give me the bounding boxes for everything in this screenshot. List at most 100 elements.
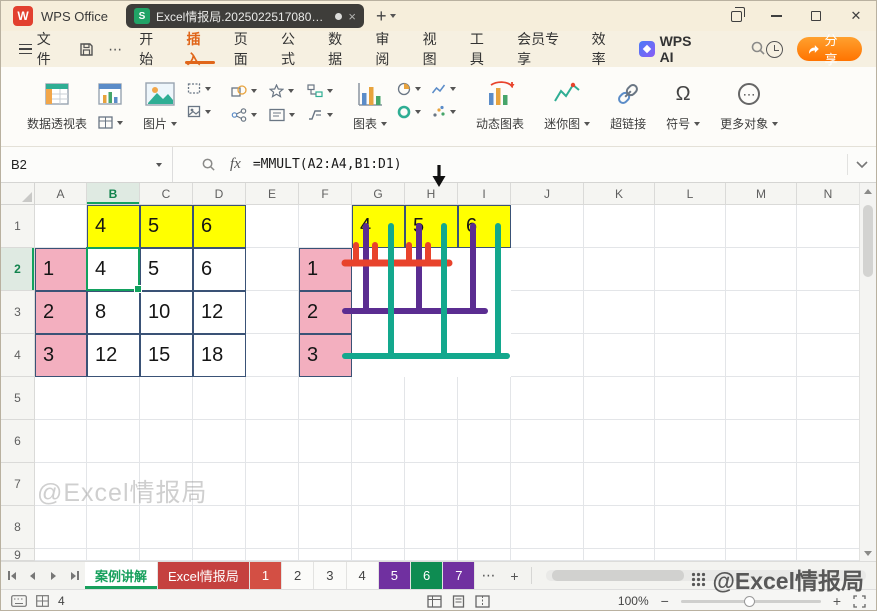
cell-E1[interactable]	[246, 205, 299, 248]
cell-I4[interactable]	[458, 334, 511, 377]
cell-B1[interactable]: 4	[87, 205, 140, 248]
name-box[interactable]: B2	[1, 147, 173, 182]
cell-N2[interactable]	[797, 248, 860, 291]
cell-M8[interactable]	[726, 506, 797, 549]
formula-search-button[interactable]	[201, 157, 216, 172]
cell-J2[interactable]	[511, 248, 584, 291]
image-tools-button[interactable]	[187, 104, 211, 119]
cell-N3[interactable]	[797, 291, 860, 334]
cell-H6[interactable]	[405, 420, 458, 463]
menu-insert[interactable]: 插入	[176, 31, 223, 67]
cell-C3[interactable]: 10	[140, 291, 193, 334]
cell-N5[interactable]	[797, 377, 860, 420]
cell-H8[interactable]	[405, 506, 458, 549]
cell-A4[interactable]: 3	[35, 334, 87, 377]
sheet-tab-tab-1[interactable]: 1	[250, 562, 282, 589]
col-header-A[interactable]: A	[35, 183, 87, 205]
sheet-tab-tab-5[interactable]: 5	[379, 562, 411, 589]
menu-page[interactable]: 页面	[224, 31, 271, 67]
cell-N1[interactable]	[797, 205, 860, 248]
cell-M4[interactable]	[726, 334, 797, 377]
menu-view[interactable]: 视图	[413, 31, 460, 67]
cell-L6[interactable]	[655, 420, 726, 463]
cell-N9[interactable]	[797, 549, 860, 561]
chart-button[interactable]: 图表	[353, 79, 387, 132]
cell-M7[interactable]	[726, 463, 797, 506]
cell-C8[interactable]	[140, 506, 193, 549]
hyperlink-button[interactable]: 超链接	[610, 79, 646, 132]
cell-E9[interactable]	[246, 549, 299, 561]
next-sheet-button[interactable]	[43, 562, 64, 589]
cell-A1[interactable]	[35, 205, 87, 248]
col-header-E[interactable]: E	[246, 183, 299, 205]
new-tab-button[interactable]: +	[376, 7, 387, 25]
fullscreen-icon[interactable]	[853, 595, 866, 608]
sheet-tab-tab-3[interactable]: 3	[314, 562, 346, 589]
cell-J7[interactable]	[511, 463, 584, 506]
col-header-C[interactable]: C	[140, 183, 193, 205]
cell-L8[interactable]	[655, 506, 726, 549]
flowchart-button[interactable]	[307, 83, 333, 98]
cell-I7[interactable]	[458, 463, 511, 506]
pie-chart-button[interactable]	[397, 81, 421, 96]
sheet-tab-case-explain[interactable]: 案例讲解	[85, 562, 158, 589]
cell-E5[interactable]	[246, 377, 299, 420]
row-header-6[interactable]: 6	[1, 420, 35, 463]
cell-L7[interactable]	[655, 463, 726, 506]
doughnut-chart-button[interactable]	[397, 104, 421, 119]
cell-I2[interactable]	[458, 248, 511, 291]
picture-button[interactable]: 图片	[143, 79, 177, 132]
cell-M1[interactable]	[726, 205, 797, 248]
cell-C4[interactable]: 15	[140, 334, 193, 377]
cell-N7[interactable]	[797, 463, 860, 506]
cell-G7[interactable]	[352, 463, 405, 506]
row-header-1[interactable]: 1	[1, 205, 35, 248]
scatter-chart-button[interactable]	[431, 104, 456, 119]
pivot-chart-button[interactable]	[97, 79, 123, 132]
menu-efficiency[interactable]: 效率	[582, 31, 629, 67]
cell-M2[interactable]	[726, 248, 797, 291]
cell-H2[interactable]	[405, 248, 458, 291]
scroll-down-button[interactable]	[860, 545, 876, 561]
more-sheets-button[interactable]: ⋯	[475, 562, 501, 589]
cell-D1[interactable]: 6	[193, 205, 246, 248]
cell-H7[interactable]	[405, 463, 458, 506]
cell-J6[interactable]	[511, 420, 584, 463]
col-header-B[interactable]: B	[87, 183, 140, 205]
window-manage-button[interactable]	[716, 1, 756, 31]
cell-H4[interactable]	[405, 334, 458, 377]
zoom-slider-thumb[interactable]	[744, 596, 755, 607]
cell-N4[interactable]	[797, 334, 860, 377]
symbol-button[interactable]: Ω 符号	[666, 79, 700, 132]
vertical-scrollbar[interactable]	[859, 183, 876, 561]
cell-G1[interactable]: 4	[352, 205, 405, 248]
row-header-2[interactable]: 2	[1, 248, 35, 291]
save-button[interactable]	[79, 42, 94, 57]
fx-button[interactable]: fx	[230, 156, 241, 173]
add-sheet-button[interactable]: +	[501, 562, 527, 589]
page-break-view-icon[interactable]	[475, 595, 490, 608]
cell-J4[interactable]	[511, 334, 584, 377]
cell-F2[interactable]: 1	[299, 248, 352, 291]
keyboard-icon[interactable]	[11, 595, 27, 607]
row-header-9[interactable]: 9	[1, 549, 35, 561]
cell-J8[interactable]	[511, 506, 584, 549]
cell-F5[interactable]	[299, 377, 352, 420]
cell-K6[interactable]	[584, 420, 655, 463]
normal-view-icon[interactable]	[427, 595, 442, 608]
cell-J9[interactable]	[511, 549, 584, 561]
sheet-tab-tab-4[interactable]: 4	[347, 562, 379, 589]
cell-G2[interactable]	[352, 248, 405, 291]
col-header-J[interactable]: J	[511, 183, 584, 205]
screenshot-button[interactable]	[187, 81, 211, 96]
share-button[interactable]: 分享	[797, 37, 862, 61]
cell-G6[interactable]	[352, 420, 405, 463]
cell-A2[interactable]: 1	[35, 248, 87, 291]
cell-D6[interactable]	[193, 420, 246, 463]
cell-B3[interactable]: 8	[87, 291, 140, 334]
col-header-F[interactable]: F	[299, 183, 352, 205]
cell-C5[interactable]	[140, 377, 193, 420]
table-button[interactable]	[98, 115, 123, 130]
cell-A3[interactable]: 2	[35, 291, 87, 334]
cell-I6[interactable]	[458, 420, 511, 463]
